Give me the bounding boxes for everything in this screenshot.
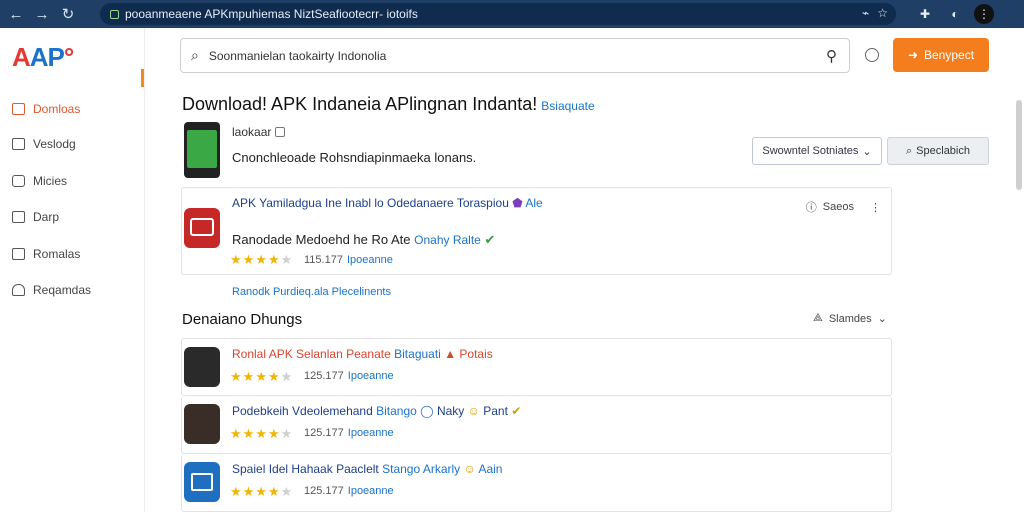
search-icon: ⌕ xyxy=(906,144,913,157)
star-icon: ★ xyxy=(267,252,280,267)
reload-icon[interactable]: ↻ xyxy=(56,2,80,26)
home-icon xyxy=(12,284,25,296)
list-item-title[interactable]: Ronlal APK Selanlan Peanate Bitaguati ▲ … xyxy=(232,347,493,361)
download-icon xyxy=(12,103,25,115)
sidebar-item-6[interactable]: Reqamdas xyxy=(12,279,91,301)
app-icon xyxy=(184,208,220,248)
app-meta-small: laokaar xyxy=(232,125,285,139)
rating-stars: ★ ★ ★ ★ ★ xyxy=(230,252,292,268)
lock-icon xyxy=(110,9,119,19)
rating-stars: ★ ★ ★ ★ ★ xyxy=(230,369,293,384)
grid-icon xyxy=(12,248,25,260)
sidebar-item-label: Darp xyxy=(33,210,60,224)
badge-icon xyxy=(274,127,285,137)
sidebar-item-label: Romalas xyxy=(33,247,81,261)
sidebar-item-label: Reqamdas xyxy=(33,283,92,297)
chevron-down-icon: ⌄ xyxy=(877,313,887,325)
download-count: 125.177 Ipoeanne xyxy=(304,427,394,439)
sidebar-item-downloads[interactable]: Domloas xyxy=(12,98,80,120)
list-item-title[interactable]: Podebkeih Vdeolemehand Bitango ◯ Naky ☺ … xyxy=(232,404,521,418)
shield-icon: ⬟ xyxy=(512,196,523,210)
url-text: pooanmeaene APKmpuhiemas NiztSeafiootecr… xyxy=(125,7,418,21)
download-count: 115.177 Ipoeanne xyxy=(304,254,393,266)
download-count: 125.177 Ipoeanne xyxy=(304,485,394,497)
sidebar-item-5[interactable]: Romalas xyxy=(12,243,80,265)
sidebar: AAP° Domloas Veslodg Micies Darp Romalas… xyxy=(0,28,145,512)
dropdown-label: Swowntel Sotniates xyxy=(762,145,859,157)
app-icon xyxy=(184,404,220,444)
featured-subtitle: Ranodade Medoehd he Ro Ate Onahy Ralte ✔ xyxy=(232,232,496,247)
active-indicator xyxy=(141,69,144,87)
app-icon xyxy=(184,462,220,502)
forward-icon[interactable]: → xyxy=(30,2,54,26)
profile-icon[interactable]: ◐ xyxy=(945,4,965,24)
star-icon: ★ xyxy=(230,252,242,267)
browser-toolbar: ← → ↻ pooanmeaene APKmpuhiemas NiztSeafi… xyxy=(0,0,1024,28)
section-sort[interactable]: ⟁ Slamdes ⌄ xyxy=(813,312,887,325)
rating-stars: ★ ★ ★ ★ ★ xyxy=(230,484,293,499)
key-icon[interactable]: ⌁ xyxy=(862,6,869,20)
title-badge[interactable]: Bsiaquate xyxy=(541,99,594,113)
header-action-button[interactable]: ➜ Benypect xyxy=(893,38,989,72)
settings-circle-icon[interactable] xyxy=(865,48,879,62)
sidebar-item-3[interactable]: Micies xyxy=(12,170,67,192)
sidebar-item-4[interactable]: Darp xyxy=(12,206,59,228)
card-options[interactable]: ⓘ Saeos ⋮ xyxy=(806,199,881,215)
filter-icon: ⟁ xyxy=(813,312,823,324)
menu-icon[interactable]: ⋮ xyxy=(974,4,994,24)
list-item[interactable]: Podebkeih Vdeolemehand Bitango ◯ Naky ☺ … xyxy=(181,396,892,454)
more-icon[interactable]: ⋮ xyxy=(870,201,881,214)
featured-app-card[interactable]: APK Yamiladgua Ine Inabl lo Odedanaere T… xyxy=(181,187,892,275)
star-icon: ★ xyxy=(255,252,267,267)
search-icon: ⌕ xyxy=(191,47,199,63)
download-count: 125.177 Ipoeanne xyxy=(304,370,394,382)
sidebar-item-label: Domloas xyxy=(33,102,81,116)
scrollbar[interactable] xyxy=(1016,100,1022,190)
spec-button[interactable]: ⌕ Speclabich xyxy=(887,137,989,165)
header-button-label: Benypect xyxy=(924,48,975,62)
address-bar[interactable]: pooanmeaene APKmpuhiemas NiztSeafiootecr… xyxy=(100,3,896,25)
extension-icon[interactable]: ✚ xyxy=(915,4,935,24)
page-title: Download! APK Indaneia APlingnan Indanta… xyxy=(182,94,595,114)
box-icon xyxy=(12,211,25,223)
list-item[interactable]: Spaiel Idel Hahaak Paaclelt Stango Arkar… xyxy=(181,454,892,512)
search-submit-icon[interactable]: ⚲ xyxy=(826,47,837,65)
verified-icon: ✔ xyxy=(484,232,496,247)
spec-button-label: Speclabich xyxy=(916,145,970,157)
card-options-label: Saeos xyxy=(822,201,854,213)
sort-label: Slamdes xyxy=(828,312,872,325)
section-title: Denaiano Dhungs xyxy=(182,311,303,328)
list-item[interactable]: Ronlal APK Selanlan Peanate Bitaguati ▲ … xyxy=(181,338,892,396)
verified-icon: ✔ xyxy=(511,404,522,418)
arrow-icon: ➜ xyxy=(907,48,918,62)
star-icon: ★ xyxy=(242,252,255,267)
site-logo[interactable]: AAP° xyxy=(12,42,74,73)
chevron-down-icon: ⌄ xyxy=(862,145,872,158)
version-dropdown[interactable]: Swowntel Sotniates ⌄ xyxy=(752,137,882,165)
info-icon: ⓘ xyxy=(805,202,817,214)
star-icon: ★ xyxy=(280,252,293,267)
list-item-title[interactable]: Spaiel Idel Hahaak Paaclelt Stango Arkar… xyxy=(232,462,502,476)
info-icon xyxy=(12,175,25,187)
circle-icon: ◯ xyxy=(420,404,434,418)
smile-icon: ☺ xyxy=(463,462,476,476)
smile-icon: ☺ xyxy=(467,404,480,418)
sidebar-item-2[interactable]: Veslodg xyxy=(12,133,76,155)
star-icon[interactable]: ☆ xyxy=(877,6,888,20)
back-icon[interactable]: ← xyxy=(4,2,28,26)
related-link[interactable]: Ranodk Purdieq.ala Plecelinents xyxy=(232,286,391,298)
app-description: Cnonchleoade Rohsndiapinmaeka lonans. xyxy=(232,150,477,165)
search-input[interactable]: Soonmanielan taokairty Indonolia xyxy=(209,49,386,63)
search-bar[interactable]: ⌕ Soonmanielan taokairty Indonolia ⚲ xyxy=(180,38,850,73)
sidebar-item-label: Micies xyxy=(33,174,68,188)
sidebar-item-label: Veslodg xyxy=(33,137,76,151)
bag-icon: ▲ xyxy=(444,347,457,361)
square-icon xyxy=(12,138,25,150)
app-icon xyxy=(184,347,220,387)
phone-app-icon xyxy=(184,122,220,178)
featured-title[interactable]: APK Yamiladgua Ine Inabl lo Odedanaere T… xyxy=(232,196,543,210)
rating-stars: ★ ★ ★ ★ ★ xyxy=(230,426,293,441)
